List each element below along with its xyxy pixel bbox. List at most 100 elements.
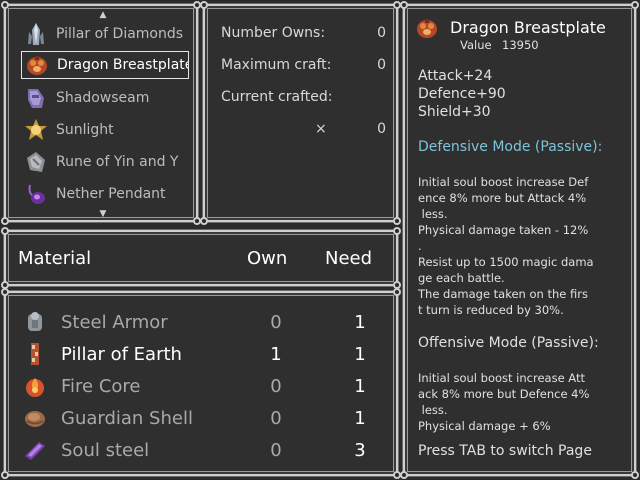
recipe-item[interactable]: Nether Pendant: [21, 180, 189, 208]
material-row: Pillar of Earth 1 1: [20, 339, 390, 369]
materials-header-panel: Material Own Need: [1, 227, 401, 289]
recipe-label: Shadowseam: [56, 90, 150, 106]
material-row: Fire Core 0 1: [20, 371, 390, 401]
pillar-of-earth-icon: [23, 342, 47, 366]
panel-corner: [200, 217, 208, 225]
description-line: less.: [418, 403, 448, 417]
dragon-breastplate-icon: [25, 53, 49, 77]
material-column-header: Material: [18, 248, 92, 269]
recipe-item[interactable]: Pillar of Diamonds: [21, 20, 189, 48]
current-crafted-label: Current crafted:: [221, 89, 333, 105]
scroll-up-icon[interactable]: ▲: [98, 11, 108, 20]
max-craft-value: 0: [377, 57, 386, 73]
description-line: ge each battle.: [418, 271, 505, 285]
number-owns-row: Number Owns: 0: [221, 25, 386, 41]
description-line: Physical damage taken - 12%: [418, 223, 589, 237]
panel-corner: [200, 1, 208, 9]
material-own: 0: [270, 439, 282, 461]
material-name: Fire Core: [61, 375, 141, 397]
shadowseam-icon: [24, 86, 48, 110]
defence-stat: Defence+90: [418, 86, 506, 102]
material-name: Soul steel: [61, 439, 150, 461]
panel-corner: [393, 288, 401, 296]
item-title: Dragon Breastplate: [450, 18, 606, 37]
panel-corner: [1, 227, 9, 235]
item-value-label: Value: [460, 38, 492, 52]
current-crafted-value[interactable]: 0: [377, 121, 386, 137]
craft-stats-panel: Number Owns: 0 Maximum craft: 0 Current …: [200, 1, 401, 225]
max-craft-label: Maximum craft:: [221, 57, 332, 73]
number-owns-label: Number Owns:: [221, 25, 326, 41]
panel-corner: [393, 227, 401, 235]
recipe-item-selected[interactable]: Dragon Breastplate: [21, 51, 189, 79]
description-line: less.: [418, 207, 448, 221]
steel-armor-icon: [23, 310, 47, 334]
rune-icon: [24, 150, 48, 174]
item-value: 13950: [502, 38, 539, 52]
recipe-label: Dragon Breastplate: [57, 57, 189, 73]
recipe-item[interactable]: Sunlight: [21, 116, 189, 144]
panel-corner: [1, 217, 9, 225]
description-line: ack 8% more but Defence 4%: [418, 387, 590, 401]
scroll-down-icon[interactable]: ▼: [98, 210, 108, 219]
recipe-label: Pillar of Diamonds: [56, 26, 184, 42]
need-column-header: Need: [325, 248, 373, 269]
material-name: Steel Armor: [61, 311, 168, 333]
panel-corner: [1, 1, 9, 9]
material-name: Pillar of Earth: [61, 343, 182, 365]
material-name: Guardian Shell: [61, 407, 193, 429]
material-own: 0: [270, 311, 282, 333]
recipe-item[interactable]: Shadowseam: [21, 84, 189, 112]
material-own: 1: [270, 343, 282, 365]
current-crafted-row: Current crafted:: [221, 89, 386, 105]
recipe-label: Rune of Yin and Y: [56, 154, 179, 170]
description-line: t turn is reduced by 30%.: [418, 303, 564, 317]
material-need: 1: [354, 407, 366, 429]
max-craft-row: Maximum craft: 0: [221, 57, 386, 73]
description-line: ence 8% more but Attack 4%: [418, 191, 587, 205]
shield-stat: Shield+30: [418, 104, 491, 120]
recipe-list-panel: ▲ Pillar of Diamonds Dragon Breastplate …: [1, 1, 201, 225]
description-line: Physical damage + 6%: [418, 419, 551, 433]
switch-page-hint: Press TAB to switch Page: [418, 443, 592, 459]
pillar-of-diamonds-icon: [24, 22, 48, 46]
own-column-header: Own: [247, 248, 288, 269]
description-line: The damage taken on the firs: [418, 287, 588, 301]
offensive-mode-description: Initial soul boost increase Att ack 8% m…: [418, 370, 624, 434]
sunlight-icon: [24, 118, 48, 142]
material-row: Steel Armor 0 1: [20, 307, 390, 337]
material-need: 3: [354, 439, 366, 461]
guardian-shell-icon: [23, 406, 47, 430]
description-line: .: [418, 239, 422, 253]
description-line: Initial soul boost increase Def: [418, 175, 589, 189]
soul-steel-icon: [23, 438, 47, 462]
recipe-item[interactable]: Rune of Yin and Y: [21, 148, 189, 176]
material-own: 0: [270, 407, 282, 429]
offensive-mode-heading: Offensive Mode (Passive):: [418, 335, 599, 351]
materials-list-panel: Steel Armor 0 1 Pillar of Earth 1 1 Fire…: [1, 288, 401, 479]
recipe-label: Nether Pendant: [56, 186, 166, 202]
nether-pendant-icon: [24, 182, 48, 206]
defensive-mode-heading: Defensive Mode (Passive):: [418, 139, 603, 155]
defensive-mode-description: Initial soul boost increase Def ence 8% …: [418, 174, 624, 318]
panel-corner: [1, 471, 9, 479]
panel-corner: [631, 1, 639, 9]
panel-corner: [400, 1, 408, 9]
dragon-breastplate-icon: [415, 16, 439, 40]
item-detail-panel: Dragon Breastplate Value 13950 Attack+24…: [400, 1, 639, 479]
panel-corner: [631, 471, 639, 479]
recipe-label: Sunlight: [56, 122, 114, 138]
material-need: 1: [354, 375, 366, 397]
attack-stat: Attack+24: [418, 68, 493, 84]
material-need: 1: [354, 343, 366, 365]
number-owns-value: 0: [377, 25, 386, 41]
panel-corner: [1, 288, 9, 296]
material-row: Guardian Shell 0 1: [20, 403, 390, 433]
panel-corner: [400, 471, 408, 479]
fire-core-icon: [23, 374, 47, 398]
material-own: 0: [270, 375, 282, 397]
panel-corner: [393, 217, 401, 225]
description-line: Initial soul boost increase Att: [418, 371, 585, 385]
material-need: 1: [354, 311, 366, 333]
multiplier-sign: ×: [315, 121, 327, 137]
